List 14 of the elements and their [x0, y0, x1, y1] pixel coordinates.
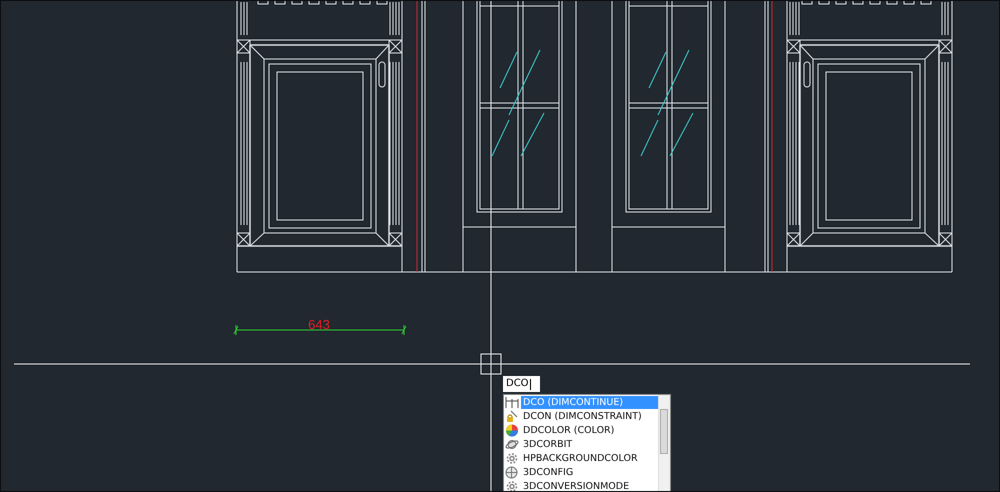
- suggestion-item[interactable]: 3DCONFIG: [504, 465, 659, 479]
- lock-icon: [505, 410, 519, 422]
- orbit-icon: [505, 438, 519, 450]
- suggestion-item[interactable]: 3DCONVERSIONMODE: [504, 479, 659, 491]
- suggestion-item[interactable]: DDCOLOR (COLOR): [504, 423, 659, 437]
- color-wheel-icon: [505, 424, 519, 436]
- suggestion-item[interactable]: 3DCORBIT: [504, 437, 659, 451]
- suggestion-item[interactable]: HPBACKGROUNDCOLOR: [504, 451, 659, 465]
- globe-icon: [505, 466, 519, 478]
- dimension-icon: [505, 396, 519, 408]
- command-input-field[interactable]: DCO: [503, 376, 540, 392]
- suggestion-item[interactable]: DCON (DIMCONSTRAINT): [504, 409, 659, 423]
- dimension-text: 643: [308, 317, 330, 332]
- scrollbar[interactable]: [658, 395, 670, 491]
